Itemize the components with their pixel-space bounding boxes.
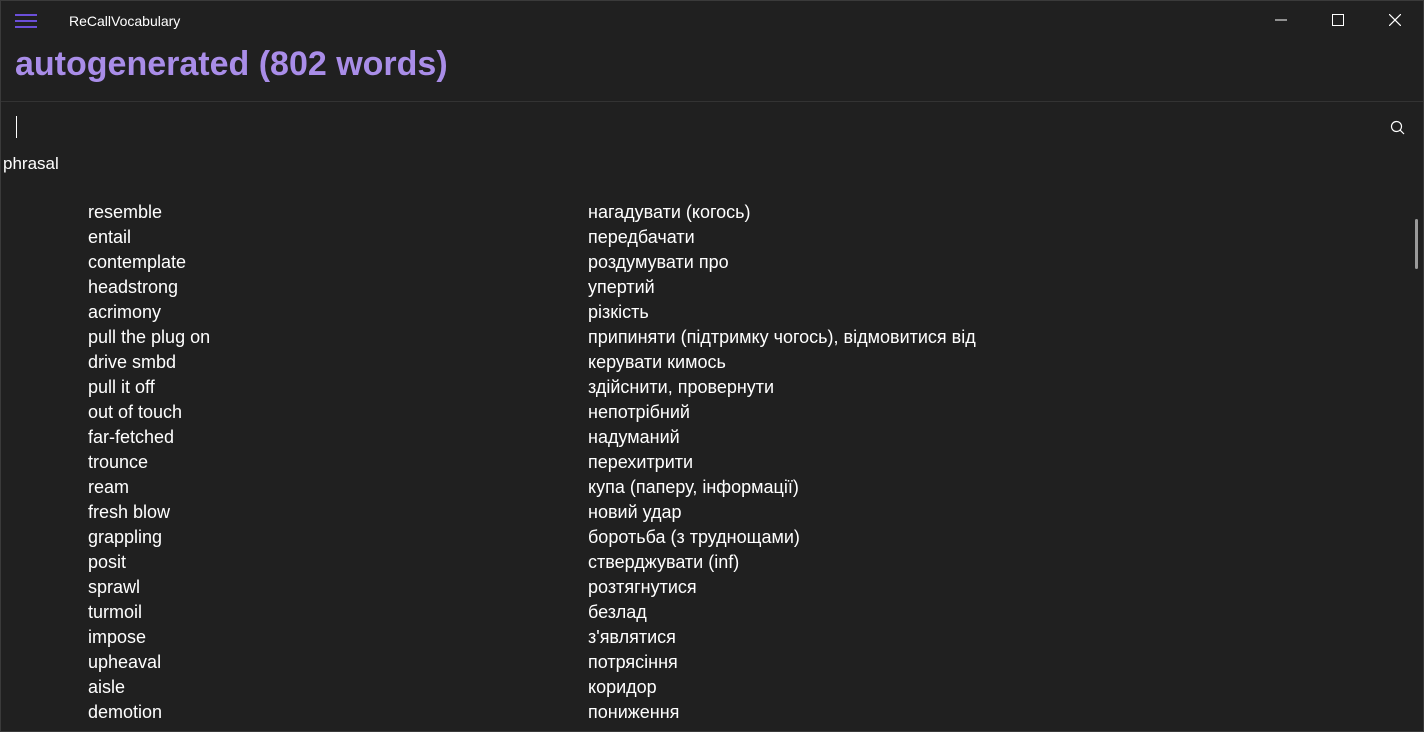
word-english: drive smbd <box>88 352 177 372</box>
word-translation: розтягнутися <box>588 577 697 597</box>
word-row[interactable]: fresh blow новий удар <box>1 501 1411 526</box>
word-translation: пониження <box>588 702 680 722</box>
word-translation: упертий <box>588 277 655 297</box>
word-translation: стверджувати (inf) <box>588 552 740 572</box>
minimize-button[interactable] <box>1252 1 1309 39</box>
word-row[interactable]: sprawl розтягнутися <box>1 576 1411 601</box>
scrollbar-thumb[interactable] <box>1415 219 1418 269</box>
word-row[interactable]: grappling боротьба (з труднощами) <box>1 526 1411 551</box>
word-translation: новий удар <box>588 502 682 522</box>
maximize-icon <box>1331 14 1344 26</box>
word-english: entail <box>88 227 132 247</box>
word-english: far-fetched <box>88 427 175 447</box>
word-translation: нагадувати (когось) <box>588 202 751 222</box>
word-english: acrimony <box>88 302 162 322</box>
app-window: ReCallVocabulary autogenerated (802 word… <box>0 0 1424 732</box>
word-row[interactable]: upheaval потрясіння <box>1 651 1411 676</box>
title-bar: ReCallVocabulary <box>1 1 1423 41</box>
word-row[interactable]: headstrong упертий <box>1 276 1411 301</box>
word-row[interactable]: far-fetched надуманий <box>1 426 1411 451</box>
word-english: out of touch <box>88 402 183 422</box>
word-english: sprawl <box>88 577 141 597</box>
word-english: grappling <box>88 527 163 547</box>
word-english: demotion <box>88 702 163 722</box>
word-translation: боротьба (з труднощами) <box>588 527 800 547</box>
word-translation: коридор <box>588 677 657 697</box>
word-english: turmoil <box>88 602 143 622</box>
word-row[interactable]: resemble нагадувати (когось) <box>1 201 1411 226</box>
word-english: trounce <box>88 452 149 472</box>
word-translation: купа (паперу, інформації) <box>588 477 799 497</box>
word-translation: передбачати <box>588 227 695 247</box>
app-title: ReCallVocabulary <box>69 13 181 29</box>
word-row[interactable]: aisle коридор <box>1 676 1411 701</box>
page-title: autogenerated (802 words) <box>15 45 448 83</box>
text-caret <box>16 116 17 138</box>
word-translation: з'являтися <box>588 627 676 647</box>
word-english: pull it off <box>88 377 155 397</box>
word-row[interactable]: drive smbd керувати кимось <box>1 351 1411 376</box>
word-row[interactable]: acrimony різкість <box>1 301 1411 326</box>
word-english: aisle <box>88 677 126 697</box>
word-row[interactable]: entail передбачати <box>1 226 1411 251</box>
word-translation: безлад <box>588 602 647 622</box>
word-translation: здійснити, провернути <box>588 377 775 397</box>
hamburger-menu-icon[interactable] <box>11 9 43 33</box>
word-translation: припиняти (підтримку чогось), відмовитис… <box>588 327 976 347</box>
word-translation: непотрібний <box>588 402 690 422</box>
word-row[interactable]: impose з'являтися <box>1 626 1411 651</box>
word-translation: роздумувати про <box>588 252 729 272</box>
maximize-button[interactable] <box>1309 1 1366 39</box>
word-list: resemble нагадувати (когось) entail передба… <box>1 201 1411 731</box>
search-icon[interactable] <box>1389 119 1407 137</box>
word-row[interactable]: ream купа (паперу, інформації) <box>1 476 1411 501</box>
search-input[interactable] <box>3 102 1423 152</box>
word-translation: потрясіння <box>588 652 678 672</box>
close-icon <box>1388 14 1401 26</box>
word-row[interactable]: pull the plug on припиняти (підтримку чог… <box>1 326 1411 351</box>
word-row[interactable]: posit стверджувати (inf) <box>1 551 1411 576</box>
word-row[interactable]: turmoil безлад <box>1 601 1411 626</box>
word-translation: керувати кимось <box>588 352 726 372</box>
word-row[interactable]: out of touch непотрібний <box>1 401 1411 426</box>
word-english: ream <box>88 477 130 497</box>
word-english: upheaval <box>88 652 162 672</box>
word-english: fresh blow <box>88 502 171 522</box>
word-translation: перехитрити <box>588 452 694 472</box>
word-english: posit <box>88 552 127 572</box>
word-row[interactable]: demotion пониження <box>1 701 1411 726</box>
word-english: headstrong <box>88 277 179 297</box>
section-header: phrasal <box>3 154 59 173</box>
word-english: resemble <box>88 202 163 222</box>
close-button[interactable] <box>1366 1 1423 39</box>
word-row[interactable]: contemplate роздумувати про <box>1 251 1411 276</box>
word-translation: надуманий <box>588 427 680 447</box>
minimize-icon <box>1274 19 1287 21</box>
word-translation: різкість <box>588 302 649 322</box>
word-row[interactable]: pull it off здійснити, провернути <box>1 376 1411 401</box>
word-english: impose <box>88 627 147 647</box>
word-row[interactable]: trounce перехитрити <box>1 451 1411 476</box>
word-english: pull the plug on <box>88 327 211 347</box>
word-english: contemplate <box>88 252 187 272</box>
